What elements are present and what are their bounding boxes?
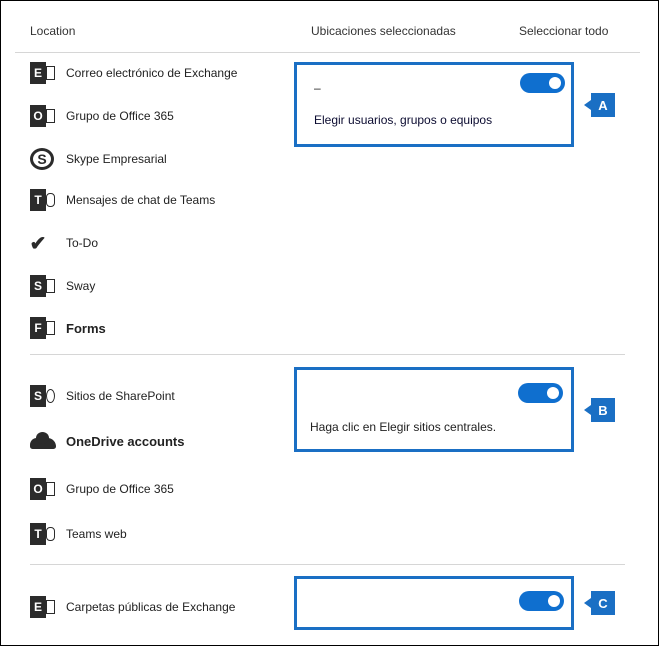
onedrive-icon xyxy=(30,428,56,454)
selection-dash: – xyxy=(314,81,321,95)
location-teams-web: T Teams web xyxy=(30,520,127,548)
location-todo: ✔ To-Do xyxy=(30,229,98,257)
location-header: Location xyxy=(30,24,76,38)
location-teams-chat: T Mensajes de chat de Teams xyxy=(30,186,215,214)
divider xyxy=(30,354,625,355)
forms-icon: F xyxy=(30,315,56,341)
location-exchange-public-folders: E Carpetas públicas de Exchange xyxy=(30,593,235,621)
location-office365-group: O Grupo de Office 365 xyxy=(30,102,174,130)
group-c-toggle[interactable] xyxy=(519,591,564,611)
divider xyxy=(30,564,625,565)
outlook-icon: O xyxy=(30,103,56,129)
callout-a: A xyxy=(584,93,615,117)
group-a-toggle[interactable] xyxy=(520,73,565,93)
sway-icon: S xyxy=(30,273,56,299)
choose-users-link[interactable]: Elegir usuarios, grupos o equipos xyxy=(314,113,492,127)
group-c-selection-box xyxy=(294,576,574,630)
divider xyxy=(15,52,640,53)
skype-icon: S xyxy=(30,146,56,172)
location-office365-group: O Grupo de Office 365 xyxy=(30,475,174,503)
group-b-selection-box: Haga clic en Elegir sitios centrales. xyxy=(294,367,574,452)
choose-hub-sites-text[interactable]: Haga clic en Elegir sitios centrales. xyxy=(310,420,496,434)
selected-locations-header: Ubicaciones seleccionadas xyxy=(311,24,456,38)
location-skype: S Skype Empresarial xyxy=(30,145,167,173)
sharepoint-icon: S xyxy=(30,383,56,409)
location-exchange-email: E Correo electrónico de Exchange xyxy=(30,59,237,87)
group-b-toggle[interactable] xyxy=(518,383,563,403)
callout-c: C xyxy=(584,591,615,615)
exchange-icon: E xyxy=(30,60,56,86)
exchange-icon: E xyxy=(30,594,56,620)
teams-icon: T xyxy=(30,521,56,547)
location-sway: S Sway xyxy=(30,272,95,300)
select-all-header: Seleccionar todo xyxy=(519,24,609,38)
teams-icon: T xyxy=(30,187,56,213)
location-forms: F Forms xyxy=(30,314,106,342)
location-onedrive: OneDrive accounts xyxy=(30,427,185,455)
location-sharepoint: S Sitios de SharePoint xyxy=(30,382,175,410)
todo-icon: ✔ xyxy=(29,232,47,255)
group-a-selection-box: – Elegir usuarios, grupos o equipos xyxy=(294,62,574,147)
callout-b: B xyxy=(584,398,615,422)
outlook-icon: O xyxy=(30,476,56,502)
